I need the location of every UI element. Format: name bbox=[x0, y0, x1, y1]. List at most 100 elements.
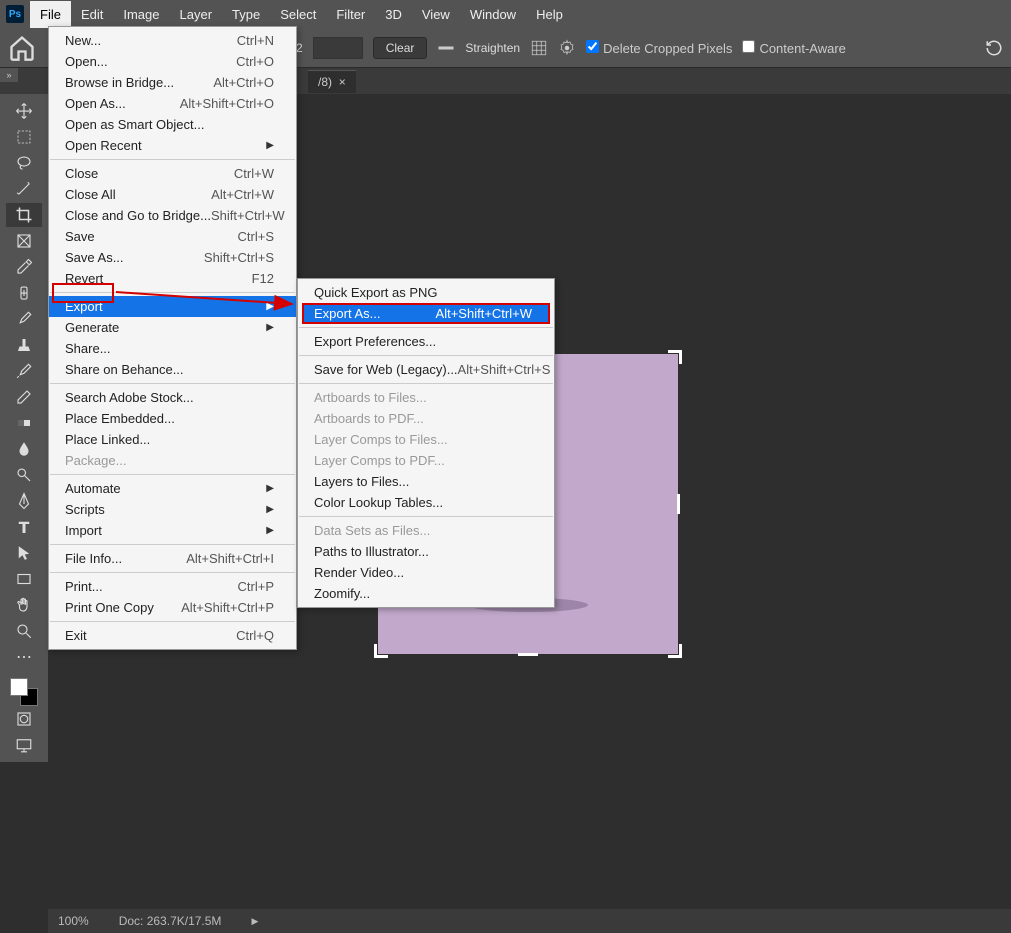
crop-handle-top-right[interactable] bbox=[662, 350, 682, 370]
export-menu-item[interactable]: Zoomify... bbox=[298, 583, 554, 604]
menu-image[interactable]: Image bbox=[113, 1, 169, 28]
file-menu-item[interactable]: Close AllAlt+Ctrl+W bbox=[49, 184, 296, 205]
file-menu-item[interactable]: Generate▶ bbox=[49, 317, 296, 338]
eyedropper-tool[interactable] bbox=[6, 255, 42, 279]
gear-icon[interactable] bbox=[558, 39, 576, 57]
export-menu-item[interactable]: Layers to Files... bbox=[298, 471, 554, 492]
clear-button[interactable]: Clear bbox=[373, 37, 428, 59]
file-menu-item[interactable]: Scripts▶ bbox=[49, 499, 296, 520]
file-menu-item[interactable]: Save As...Shift+Ctrl+S bbox=[49, 247, 296, 268]
crop-handle-bottom[interactable] bbox=[518, 653, 538, 656]
gradient-tool[interactable] bbox=[6, 411, 42, 435]
file-menu-item[interactable]: Print One CopyAlt+Shift+Ctrl+P bbox=[49, 597, 296, 618]
brush-tool[interactable] bbox=[6, 307, 42, 331]
lasso-tool[interactable] bbox=[6, 151, 42, 175]
reset-icon[interactable] bbox=[985, 39, 1003, 57]
color-swatches[interactable] bbox=[10, 678, 38, 706]
path-selection-tool[interactable] bbox=[6, 541, 42, 565]
file-menu-item[interactable]: Place Linked... bbox=[49, 429, 296, 450]
marquee-tool[interactable] bbox=[6, 125, 42, 149]
crop-handle-right[interactable] bbox=[677, 494, 680, 514]
dodge-tool[interactable] bbox=[6, 463, 42, 487]
edit-toolbar[interactable]: ⋯ bbox=[6, 645, 42, 669]
shortcut-label: Alt+Ctrl+O bbox=[213, 75, 274, 90]
crop-tool[interactable] bbox=[6, 203, 42, 227]
file-menu-item[interactable]: Open...Ctrl+O bbox=[49, 51, 296, 72]
export-menu-item: Artboards to PDF... bbox=[298, 408, 554, 429]
grid-icon[interactable] bbox=[530, 39, 548, 57]
menu-edit[interactable]: Edit bbox=[71, 1, 113, 28]
home-icon[interactable] bbox=[8, 34, 36, 62]
foreground-color-swatch[interactable] bbox=[10, 678, 28, 696]
pen-tool[interactable] bbox=[6, 489, 42, 513]
menu-file[interactable]: File bbox=[30, 1, 71, 28]
file-menu-item[interactable]: File Info...Alt+Shift+Ctrl+I bbox=[49, 548, 296, 569]
file-menu-item[interactable]: Open as Smart Object... bbox=[49, 114, 296, 135]
frame-tool[interactable] bbox=[6, 229, 42, 253]
file-menu-item[interactable]: RevertF12 bbox=[49, 268, 296, 289]
file-menu-item[interactable]: ExitCtrl+Q bbox=[49, 625, 296, 646]
history-brush-tool[interactable] bbox=[6, 359, 42, 383]
zoom-level[interactable]: 100% bbox=[58, 914, 89, 928]
file-menu-item[interactable]: Open Recent▶ bbox=[49, 135, 296, 156]
healing-brush-tool[interactable] bbox=[6, 281, 42, 305]
menu-type[interactable]: Type bbox=[222, 1, 270, 28]
eraser-tool[interactable] bbox=[6, 385, 42, 409]
export-menu-item[interactable]: Render Video... bbox=[298, 562, 554, 583]
file-menu-item[interactable]: SaveCtrl+S bbox=[49, 226, 296, 247]
zoom-tool[interactable] bbox=[6, 619, 42, 643]
file-menu-item[interactable]: Place Embedded... bbox=[49, 408, 296, 429]
submenu-arrow-icon: ▶ bbox=[246, 504, 274, 515]
blur-tool[interactable] bbox=[6, 437, 42, 461]
document-size[interactable]: Doc: 263.7K/17.5M bbox=[119, 914, 222, 928]
status-arrow-icon[interactable]: ▶ bbox=[251, 916, 258, 927]
file-menu-item[interactable]: Import▶ bbox=[49, 520, 296, 541]
clone-stamp-tool[interactable] bbox=[6, 333, 42, 357]
document-tab[interactable]: /8) × bbox=[308, 70, 356, 93]
file-menu-item[interactable]: Share... bbox=[49, 338, 296, 359]
file-menu-item[interactable]: Open As...Alt+Shift+Ctrl+O bbox=[49, 93, 296, 114]
export-menu-item-label: Render Video... bbox=[314, 565, 404, 580]
export-menu-item: Data Sets as Files... bbox=[298, 520, 554, 541]
file-menu-item[interactable]: Close and Go to Bridge...Shift+Ctrl+W bbox=[49, 205, 296, 226]
file-menu-item-label: Exit bbox=[65, 628, 87, 643]
menu-help[interactable]: Help bbox=[526, 1, 573, 28]
menu-view[interactable]: View bbox=[412, 1, 460, 28]
menu-layer[interactable]: Layer bbox=[170, 1, 223, 28]
hand-tool[interactable] bbox=[6, 593, 42, 617]
magic-wand-tool[interactable] bbox=[6, 177, 42, 201]
menu-select[interactable]: Select bbox=[270, 1, 326, 28]
panel-expander[interactable]: » bbox=[0, 68, 18, 82]
menu-window[interactable]: Window bbox=[460, 1, 526, 28]
file-menu-item[interactable]: Search Adobe Stock... bbox=[49, 387, 296, 408]
file-menu-item-label: Package... bbox=[65, 453, 126, 468]
file-menu-item[interactable]: New...Ctrl+N bbox=[49, 30, 296, 51]
file-menu-item[interactable]: Export▶ bbox=[49, 296, 296, 317]
file-menu-item[interactable]: CloseCtrl+W bbox=[49, 163, 296, 184]
content-aware-checkbox[interactable]: Content-Aware bbox=[742, 40, 845, 56]
move-tool[interactable] bbox=[6, 99, 42, 123]
screen-mode-toggle[interactable] bbox=[6, 733, 42, 757]
export-menu-item[interactable]: Paths to Illustrator... bbox=[298, 541, 554, 562]
file-menu-item[interactable]: Share on Behance... bbox=[49, 359, 296, 380]
menu-filter[interactable]: Filter bbox=[326, 1, 375, 28]
close-icon[interactable]: × bbox=[339, 75, 346, 89]
export-menu-item[interactable]: Quick Export as PNG bbox=[298, 282, 554, 303]
export-menu-item[interactable]: Export Preferences... bbox=[298, 331, 554, 352]
rectangle-tool[interactable] bbox=[6, 567, 42, 591]
crop-handle-bottom-left[interactable] bbox=[374, 638, 394, 658]
file-menu-item[interactable]: Automate▶ bbox=[49, 478, 296, 499]
value-input[interactable] bbox=[313, 37, 363, 59]
crop-handle-bottom-right[interactable] bbox=[662, 638, 682, 658]
delete-cropped-checkbox[interactable]: Delete Cropped Pixels bbox=[586, 40, 732, 56]
quick-mask-toggle[interactable] bbox=[6, 707, 42, 731]
menu-3d[interactable]: 3D bbox=[375, 1, 412, 28]
file-menu-item[interactable]: Print...Ctrl+P bbox=[49, 576, 296, 597]
export-menu-item[interactable]: Export As...Alt+Shift+Ctrl+W bbox=[302, 303, 550, 324]
file-menu-item[interactable]: Browse in Bridge...Alt+Ctrl+O bbox=[49, 72, 296, 93]
file-menu-item-label: Place Embedded... bbox=[65, 411, 175, 426]
export-menu-item[interactable]: Color Lookup Tables... bbox=[298, 492, 554, 513]
straighten-icon[interactable] bbox=[437, 39, 455, 57]
type-tool[interactable] bbox=[6, 515, 42, 539]
export-menu-item[interactable]: Save for Web (Legacy)...Alt+Shift+Ctrl+S bbox=[298, 359, 554, 380]
